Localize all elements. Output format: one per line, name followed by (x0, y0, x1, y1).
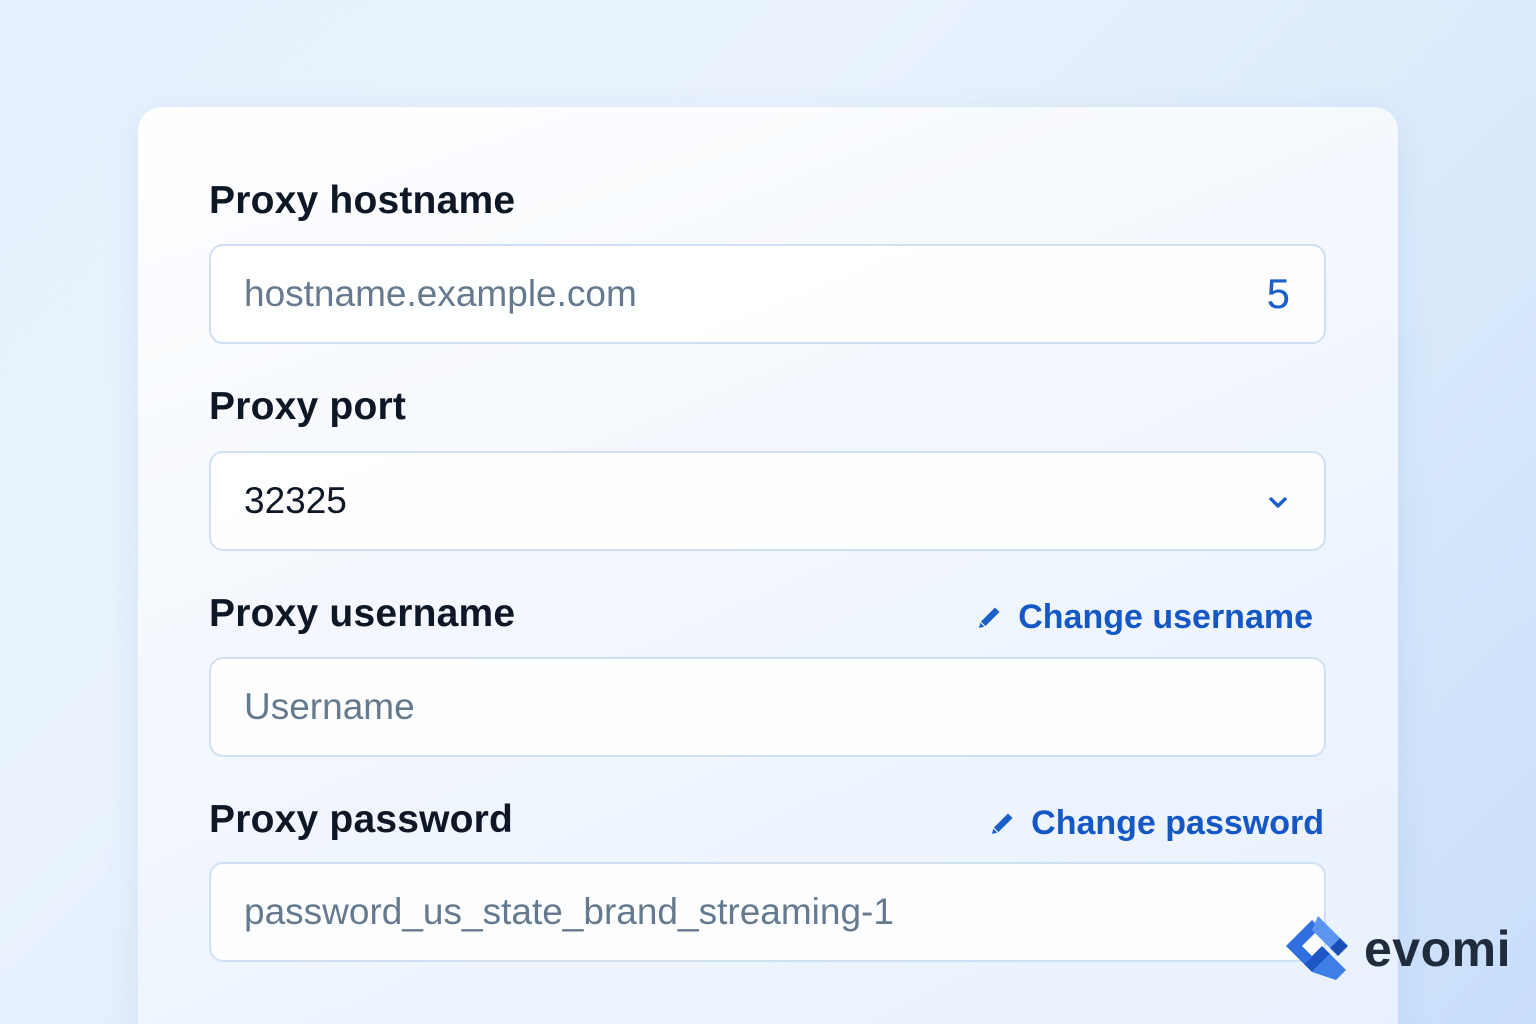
hostname-counter: 5 (1266, 270, 1290, 317)
change-password-label: Change password (1031, 804, 1324, 842)
username-field: Proxy username Change username Username (209, 584, 1326, 757)
brand-name: evomi (1364, 921, 1512, 977)
hostname-placeholder: hostname.example.com (244, 273, 637, 314)
port-field: Proxy port 32325 (209, 377, 1326, 551)
change-username-link[interactable]: Change username (974, 598, 1313, 637)
hostname-input[interactable]: hostname.example.com 5 (209, 244, 1326, 344)
password-label-row: Proxy password Change password (209, 790, 1326, 850)
evomi-logo: evomi (1282, 912, 1511, 986)
port-select[interactable]: 32325 (209, 451, 1326, 551)
password-field: Proxy password Change password password_… (209, 790, 1326, 962)
password-input[interactable]: password_us_state_brand_streaming-1 (209, 862, 1326, 962)
change-username-label: Change username (1018, 598, 1313, 636)
hostname-label: Proxy hostname (209, 179, 516, 222)
port-label-row: Proxy port (209, 377, 1326, 437)
username-placeholder: Username (244, 686, 415, 727)
username-input[interactable]: Username (209, 657, 1326, 757)
pencil-icon (979, 607, 1000, 628)
pencil-icon (992, 813, 1013, 834)
hostname-label-row: Proxy hostname (209, 171, 1326, 231)
evomi-logo-mark-icon (1286, 916, 1348, 980)
hostname-field: Proxy hostname hostname.example.com 5 (209, 171, 1326, 344)
port-value: 32325 (244, 480, 347, 521)
password-placeholder: password_us_state_brand_streaming-1 (244, 891, 894, 932)
username-label-row: Proxy username Change username (209, 584, 1326, 644)
chevron-down-icon[interactable] (1264, 489, 1292, 517)
port-label: Proxy port (209, 385, 407, 428)
password-label: Proxy password (209, 798, 514, 841)
username-label: Proxy username (209, 592, 516, 635)
change-password-link[interactable]: Change password (987, 804, 1324, 843)
proxy-settings-card: Proxy hostname hostname.example.com 5 Pr… (138, 107, 1398, 1024)
